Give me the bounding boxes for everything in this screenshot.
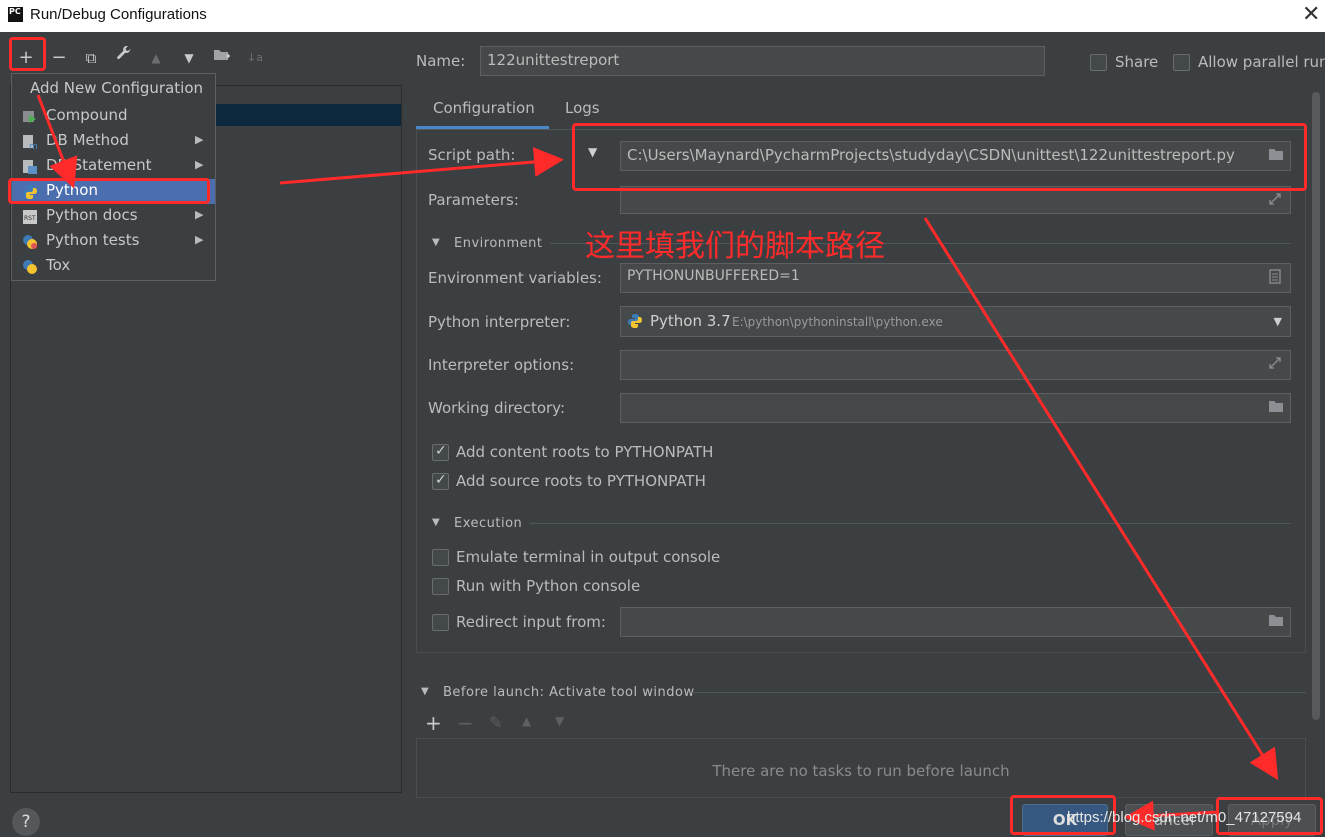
annotation-arrows — [36, 94, 1279, 831]
watermark-text: https://blog.csdn.net/m0_47127594 — [1067, 809, 1302, 826]
